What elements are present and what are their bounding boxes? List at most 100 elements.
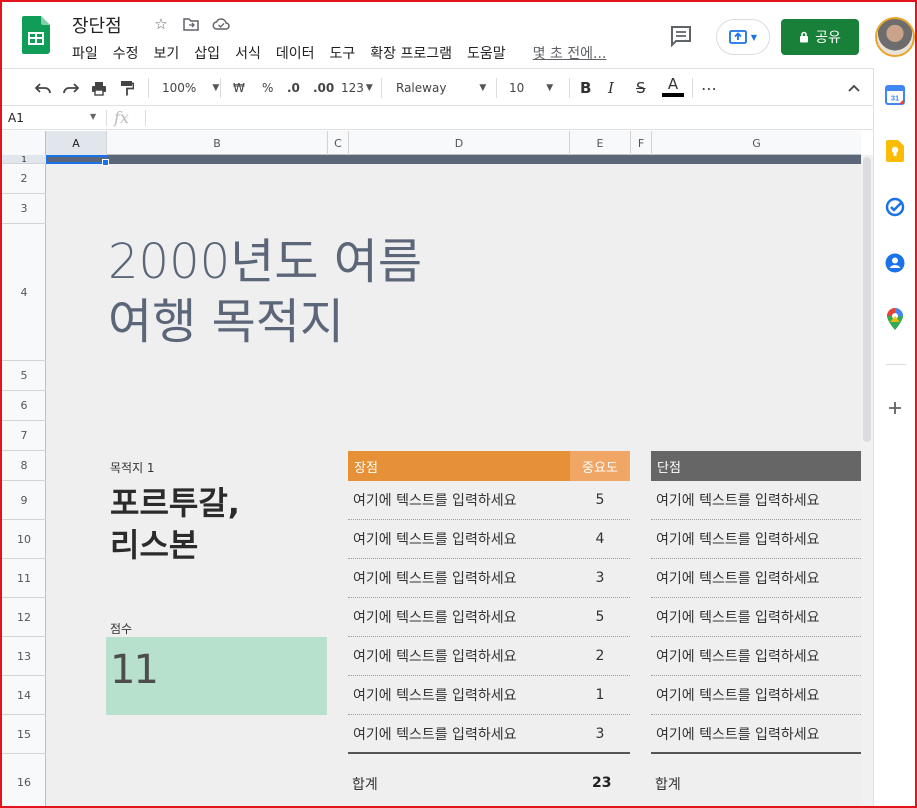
maps-icon[interactable] [884, 308, 906, 330]
pros-row[interactable]: 여기에 텍스트를 입력하세요 2 [348, 637, 630, 676]
pros-row[interactable]: 여기에 텍스트를 입력하세요 3 [348, 559, 630, 598]
menu-data[interactable]: 데이터 [276, 43, 322, 63]
pros-header[interactable]: 장점 [348, 451, 570, 481]
row-header-11[interactable]: 11 [2, 559, 46, 598]
row-header-12[interactable]: 12 [2, 598, 46, 637]
scrollbar-thumb[interactable] [863, 157, 871, 442]
pros-total-value[interactable]: 23 [592, 775, 611, 791]
row-header-4[interactable]: 4 [2, 224, 46, 361]
add-addon-icon[interactable] [884, 397, 906, 419]
row-header-15[interactable]: 15 [2, 715, 46, 754]
print-icon[interactable] [91, 78, 107, 98]
fill-handle[interactable] [102, 159, 109, 166]
title-icons: ☆ [152, 15, 230, 33]
row-header-16[interactable]: 16 [2, 754, 46, 808]
column-header-b[interactable]: B [107, 131, 328, 155]
cons-row[interactable]: 여기에 텍스트를 입력하세요 [651, 715, 861, 754]
destination-label[interactable]: 목적지 1 [110, 459, 155, 476]
calendar-icon[interactable]: 31 [884, 84, 906, 106]
redo-icon[interactable] [63, 78, 79, 98]
sheet-grid[interactable]: 2000년도 여름 여행 목적지 목적지 1 포르투갈, 리스본 점수 11 장… [46, 155, 861, 808]
cons-row[interactable]: 여기에 텍스트를 입력하세요 [651, 676, 861, 715]
tasks-icon[interactable] [884, 196, 906, 218]
score-label[interactable]: 점수 [110, 620, 132, 637]
column-header-e[interactable]: E [570, 131, 631, 155]
pros-row[interactable]: 여기에 텍스트를 입력하세요 3 [348, 715, 630, 754]
paint-format-icon[interactable] [120, 78, 134, 98]
document-title[interactable]: 장단점 [72, 12, 122, 38]
italic-button[interactable]: I [608, 78, 614, 98]
menu-format[interactable]: 서식 [235, 43, 268, 63]
row-header-1[interactable]: 1 [2, 155, 46, 164]
row-header-7[interactable]: 7 [2, 421, 46, 451]
sheets-logo-icon[interactable] [22, 16, 50, 54]
menu-extensions[interactable]: 확장 프로그램 [370, 43, 459, 63]
collapse-toolbar-icon[interactable] [848, 78, 860, 98]
row-header-3[interactable]: 3 [2, 194, 46, 224]
select-all-corner[interactable] [2, 131, 46, 155]
menu-file[interactable]: 파일 [72, 43, 105, 63]
importance-header[interactable]: 중요도 [570, 451, 630, 481]
strikethrough-button[interactable]: S [636, 78, 646, 98]
score-cell[interactable]: 11 [106, 637, 327, 715]
last-edit-link[interactable]: 몇 초 전에... [533, 43, 607, 63]
menu-edit[interactable]: 수정 [113, 43, 146, 63]
cons-row[interactable]: 여기에 텍스트를 입력하세요 [651, 481, 861, 520]
comment-history-icon[interactable] [668, 24, 694, 48]
text-color-button[interactable]: A [662, 75, 684, 101]
column-header-f[interactable]: F [631, 131, 652, 155]
row-header-6[interactable]: 6 [2, 391, 46, 421]
page-title[interactable]: 2000년도 여름 여행 목적지 [108, 232, 422, 352]
pros-row[interactable]: 여기에 텍스트를 입력하세요 4 [348, 520, 630, 559]
column-header-a[interactable]: A [46, 131, 107, 155]
row-header-10[interactable]: 10 [2, 520, 46, 559]
vertical-scrollbar[interactable] [861, 155, 873, 808]
present-button[interactable]: ▼ [716, 19, 770, 55]
undo-icon[interactable] [35, 78, 51, 98]
cloud-status-icon[interactable] [212, 15, 230, 33]
keep-icon[interactable] [884, 140, 906, 162]
row-header-8[interactable]: 8 [2, 451, 46, 481]
contacts-icon[interactable] [884, 252, 906, 274]
menu-tools[interactable]: 도구 [329, 43, 362, 63]
pros-total-label[interactable]: 합계 [352, 774, 378, 794]
cons-row[interactable]: 여기에 텍스트를 입력하세요 [651, 598, 861, 637]
number-format-select[interactable]: 123 ▼ [341, 78, 373, 98]
row-header-9[interactable]: 9 [2, 481, 46, 520]
cons-row[interactable]: 여기에 텍스트를 입력하세요 [651, 637, 861, 676]
cons-row[interactable]: 여기에 텍스트를 입력하세요 [651, 559, 861, 598]
column-header-c[interactable]: C [328, 131, 349, 155]
bold-button[interactable]: B [580, 78, 591, 98]
selected-cell-a1[interactable] [46, 155, 107, 164]
account-avatar[interactable] [875, 17, 915, 57]
percent-format-button[interactable]: % [262, 78, 273, 98]
row-header-13[interactable]: 13 [2, 637, 46, 676]
move-folder-icon[interactable] [182, 15, 200, 33]
cons-row[interactable]: 여기에 텍스트를 입력하세요 [651, 520, 861, 559]
destination-name[interactable]: 포르투갈, 리스본 [110, 482, 240, 566]
menu-insert[interactable]: 삽입 [194, 43, 227, 63]
increase-decimal-button[interactable]: .00 [313, 78, 334, 98]
font-size-select[interactable]: 10 ▼ [509, 78, 553, 98]
row-header-2[interactable]: 2 [2, 164, 46, 194]
column-header-d[interactable]: D [349, 131, 570, 155]
menu-help[interactable]: 도움말 [467, 43, 513, 63]
more-options-button[interactable]: ⋯ [701, 78, 717, 98]
zoom-select[interactable]: 100% ▼ [162, 78, 219, 98]
decrease-decimal-button[interactable]: .0 [287, 78, 300, 98]
column-header-g[interactable]: G [652, 131, 861, 155]
menu-view[interactable]: 보기 [154, 43, 187, 63]
name-box[interactable]: A1 [8, 111, 24, 125]
currency-format-button[interactable]: ₩ [233, 78, 245, 98]
cons-header[interactable]: 단점 [651, 451, 861, 481]
cons-total-label[interactable]: 합계 [655, 774, 681, 794]
font-family-select[interactable]: Raleway ▼ [396, 78, 486, 98]
chevron-down-icon[interactable]: ▼ [90, 112, 96, 121]
row-header-14[interactable]: 14 [2, 676, 46, 715]
share-button[interactable]: 공유 [781, 19, 859, 55]
row-header-5[interactable]: 5 [2, 361, 46, 391]
pros-row[interactable]: 여기에 텍스트를 입력하세요 5 [348, 598, 630, 637]
star-icon[interactable]: ☆ [152, 15, 170, 33]
pros-row[interactable]: 여기에 텍스트를 입력하세요 1 [348, 676, 630, 715]
pros-row[interactable]: 여기에 텍스트를 입력하세요 5 [348, 481, 630, 520]
